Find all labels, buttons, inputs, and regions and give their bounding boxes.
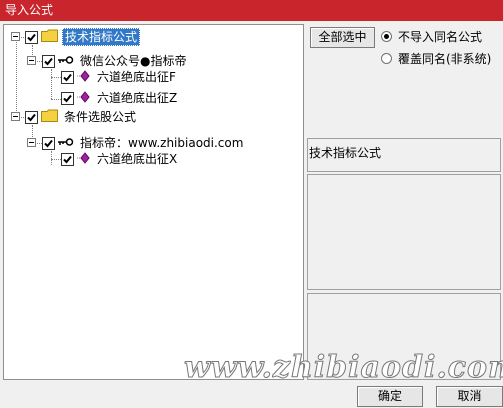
- item-checkbox[interactable]: [61, 91, 74, 105]
- description-box: [307, 174, 501, 290]
- radio-overwrite[interactable]: 覆盖同名(非系统): [381, 50, 491, 66]
- tree-item-label: 条件选股公式: [64, 110, 137, 124]
- tree-item-formula[interactable]: 六道绝底出征F: [61, 68, 178, 86]
- item-checkbox[interactable]: [61, 152, 74, 166]
- tree-item-formula[interactable]: 六道绝底出征Z: [61, 89, 179, 107]
- collapse-toggle-icon[interactable]: [11, 32, 20, 41]
- select-all-button[interactable]: 全部选中: [310, 27, 375, 48]
- tree-connector: [51, 159, 61, 160]
- window-title: 导入公式: [0, 0, 503, 21]
- item-checkbox[interactable]: [25, 110, 38, 124]
- tree-item-label: 六道绝底出征F: [97, 70, 176, 84]
- item-checkbox[interactable]: [42, 54, 55, 68]
- key-icon: [58, 54, 74, 68]
- tree-item-formula[interactable]: 六道绝底出征X: [61, 150, 179, 168]
- tree-item-label: 六道绝底出征Z: [97, 91, 178, 105]
- formula-icon: [77, 69, 91, 85]
- radio-button[interactable]: [381, 30, 392, 42]
- tree-item-label: 技术指标公式: [62, 28, 141, 46]
- tree-item-technical-indicators[interactable]: 技术指标公式: [25, 28, 141, 46]
- tree-item-label: 微信公众号●指标帝: [80, 54, 187, 68]
- tree-connector: [51, 77, 61, 78]
- category-label: 技术指标公式: [309, 146, 382, 160]
- folder-icon: [41, 29, 58, 45]
- ok-button[interactable]: 确定: [357, 386, 423, 407]
- formula-icon: [77, 90, 91, 106]
- formula-icon: [77, 151, 91, 167]
- cancel-button[interactable]: 取消: [436, 386, 503, 407]
- radio-no-import[interactable]: 不导入同名公式: [381, 28, 482, 44]
- item-checkbox[interactable]: [25, 30, 38, 44]
- collapse-toggle-icon[interactable]: [11, 112, 20, 121]
- tree-connector: [16, 37, 17, 117]
- radio-button[interactable]: [381, 52, 392, 64]
- radio-label: 覆盖同名(非系统): [398, 51, 492, 66]
- collapse-toggle-icon[interactable]: [27, 56, 36, 65]
- item-checkbox[interactable]: [42, 136, 55, 150]
- item-checkbox[interactable]: [61, 70, 74, 84]
- radio-label: 不导入同名公式: [398, 29, 483, 44]
- key-icon: [58, 136, 74, 150]
- tree-item-label: 六道绝底出征X: [97, 152, 178, 166]
- tree-item-stock-selection[interactable]: 条件选股公式: [25, 108, 138, 126]
- tree-connector: [51, 99, 61, 100]
- collapse-toggle-icon[interactable]: [27, 138, 36, 147]
- tree-connector: [51, 69, 52, 99]
- detail-box: [307, 293, 501, 380]
- tree-connector: [51, 151, 52, 165]
- formula-tree[interactable]: 技术指标公式 微信公众号●指标帝 六道绝底出征F 六道绝底出征Z 条件选股公式 …: [3, 24, 304, 380]
- tree-item-label: 指标帝：www.zhibiaodi.com: [80, 136, 244, 150]
- folder-icon: [41, 109, 58, 125]
- category-info-box: 技术指标公式: [307, 138, 501, 172]
